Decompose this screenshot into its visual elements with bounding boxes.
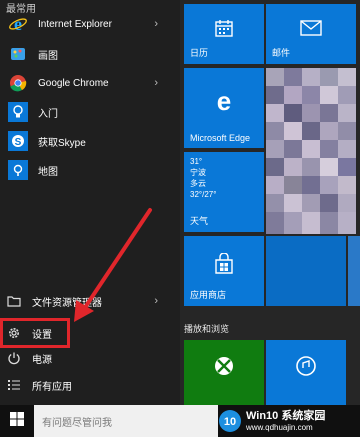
cortana-search-box[interactable]: 有问题尽管问我 xyxy=(34,405,218,437)
power-item[interactable]: 电源 xyxy=(0,345,180,371)
edge-icon: e xyxy=(211,86,237,116)
xbox-icon xyxy=(213,355,235,379)
weather-condition: 多云 xyxy=(190,179,206,188)
tile-calendar[interactable]: 日历 xyxy=(184,4,264,64)
tiles-pane: 日历 邮件 e Microsoft Edge 31° 宁波 多云 32°/27°… xyxy=(180,0,360,405)
tile-calendar-label: 日历 xyxy=(190,48,209,58)
tile-groove[interactable] xyxy=(266,340,346,405)
watermark-url: www.qdhuajin.com xyxy=(246,422,313,432)
win10-logo: 10 xyxy=(218,409,242,433)
tile-store[interactable]: 应用商店 xyxy=(184,236,264,306)
music-disc-icon xyxy=(295,355,317,379)
windows-logo-icon xyxy=(10,411,24,431)
all-apps-item[interactable]: 所有应用 xyxy=(0,372,180,398)
power-icon xyxy=(6,350,22,366)
all-apps-label: 所有应用 xyxy=(32,381,72,393)
tile-mail-label: 邮件 xyxy=(272,48,291,58)
tile-partial-right[interactable] xyxy=(348,236,360,306)
mosaic-image xyxy=(266,68,356,234)
tile-edge-label: Microsoft Edge xyxy=(190,133,251,143)
weather-range: 32°/27° xyxy=(190,190,217,199)
annotation-arrow xyxy=(74,208,152,322)
watermark-logo-text: 10 xyxy=(224,416,236,428)
section-play-and-browse: 播放和浏览 xyxy=(184,324,230,334)
start-menu-screen: 最常用 e Internet Explorer › 画图 Google Chro… xyxy=(0,0,360,437)
mail-icon xyxy=(300,20,322,38)
search-placeholder: 有问题尽管问我 xyxy=(42,417,112,429)
watermark-text: Win10 系统家园 www.qdhuajin.com xyxy=(246,409,326,432)
power-label: 电源 xyxy=(32,354,52,366)
tile-store-label: 应用商店 xyxy=(190,290,227,300)
tile-xbox[interactable] xyxy=(184,340,264,405)
list-icon xyxy=(6,377,22,393)
weather-city: 宁波 xyxy=(190,168,206,177)
win10-home-watermark: 10 Win10 系统家园 www.qdhuajin.com xyxy=(218,405,358,437)
tile-microsoft-edge[interactable]: e Microsoft Edge xyxy=(184,68,264,148)
tile-pixelated-blurred[interactable] xyxy=(266,68,356,234)
store-bag-icon xyxy=(213,252,235,277)
weather-temperature: 31° xyxy=(190,157,203,166)
calendar-icon xyxy=(214,18,234,40)
weather-info: 31° 宁波 多云 32°/27° xyxy=(190,156,216,200)
tile-weather[interactable]: 31° 宁波 多云 32°/27° 天气 xyxy=(184,152,264,232)
tile-blank[interactable] xyxy=(266,236,346,306)
watermark-title: Win10 系统家园 xyxy=(246,409,326,422)
svg-text:e: e xyxy=(217,88,231,114)
tile-weather-label: 天气 xyxy=(190,216,209,226)
start-button[interactable] xyxy=(0,405,34,437)
tile-mail[interactable]: 邮件 xyxy=(266,4,356,64)
